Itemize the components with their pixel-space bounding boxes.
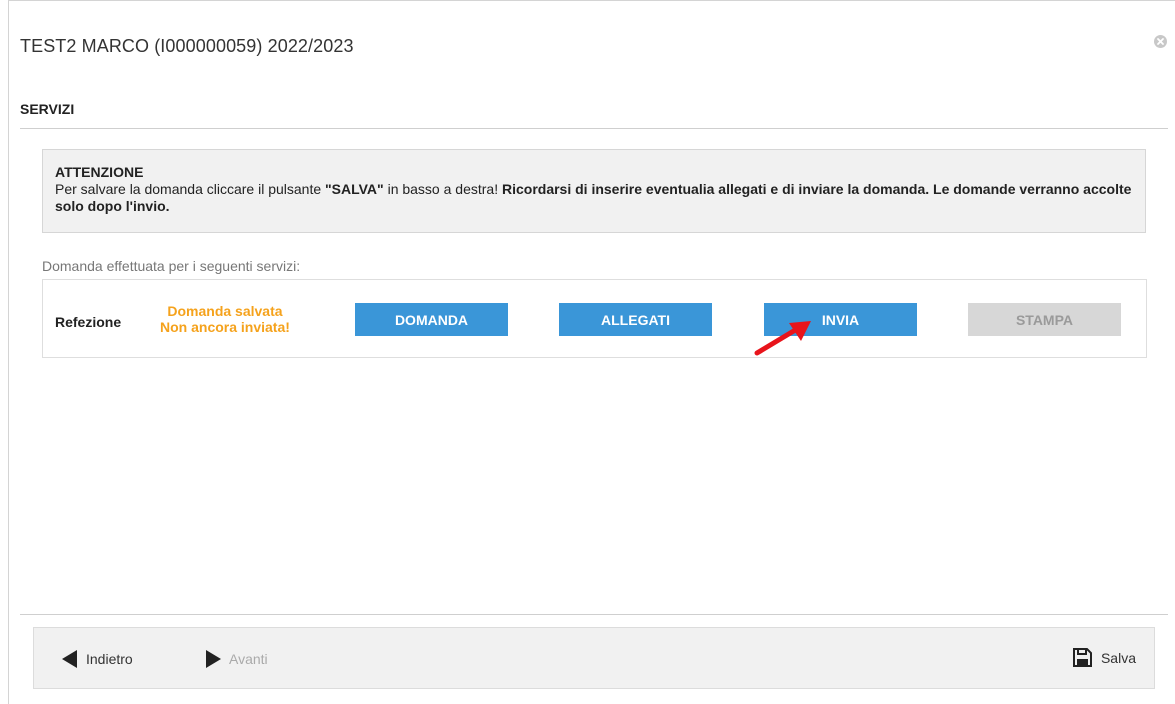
alert-text: Per salvare la domanda cliccare il pulsa… — [55, 181, 326, 197]
save-icon — [1072, 648, 1092, 667]
warning-alert: ATTENZIONE Per salvare la domanda clicca… — [42, 149, 1146, 233]
dialog: TEST2 MARCO (I000000059) 2022/2023 SERVI… — [8, 0, 1175, 704]
divider — [20, 128, 1168, 129]
save-label: Salva — [1100, 649, 1136, 666]
service-status: Domanda salvata Non ancora inviata! — [160, 303, 290, 335]
alert-text-bold: "SALVA" — [325, 181, 384, 197]
back-label: Indietro — [86, 651, 133, 667]
close-icon[interactable] — [1154, 35, 1167, 48]
service-row: Refezione Domanda salvata Non ancora inv… — [42, 279, 1147, 358]
alert-message: Per salvare la domanda cliccare il pulsa… — [55, 181, 1133, 215]
domanda-button[interactable]: DOMANDA — [355, 303, 508, 336]
status-line: Non ancora inviata! — [160, 319, 290, 335]
alert-text: in basso a destra! — [383, 181, 502, 197]
footer-toolbar: Indietro Avanti Salva — [33, 627, 1155, 689]
service-name: Refezione — [55, 314, 122, 330]
arrow-left-icon — [62, 650, 77, 668]
annotation-arrow-icon — [754, 321, 811, 356]
next-button: Avanti — [206, 649, 268, 669]
alert-heading: ATTENZIONE — [55, 164, 144, 180]
section-title: SERVIZI — [20, 101, 75, 117]
dialog-title: TEST2 MARCO (I000000059) 2022/2023 — [20, 36, 354, 56]
arrow-right-icon — [206, 650, 221, 668]
status-line: Domanda salvata — [167, 303, 283, 319]
back-button[interactable]: Indietro — [62, 649, 133, 669]
stampa-button: STAMPA — [968, 303, 1121, 336]
save-button[interactable]: Salva — [1072, 648, 1136, 667]
divider — [20, 614, 1168, 615]
allegati-button[interactable]: ALLEGATI — [559, 303, 712, 336]
next-label: Avanti — [229, 651, 268, 667]
services-intro: Domanda effettuata per i seguenti serviz… — [42, 258, 301, 274]
